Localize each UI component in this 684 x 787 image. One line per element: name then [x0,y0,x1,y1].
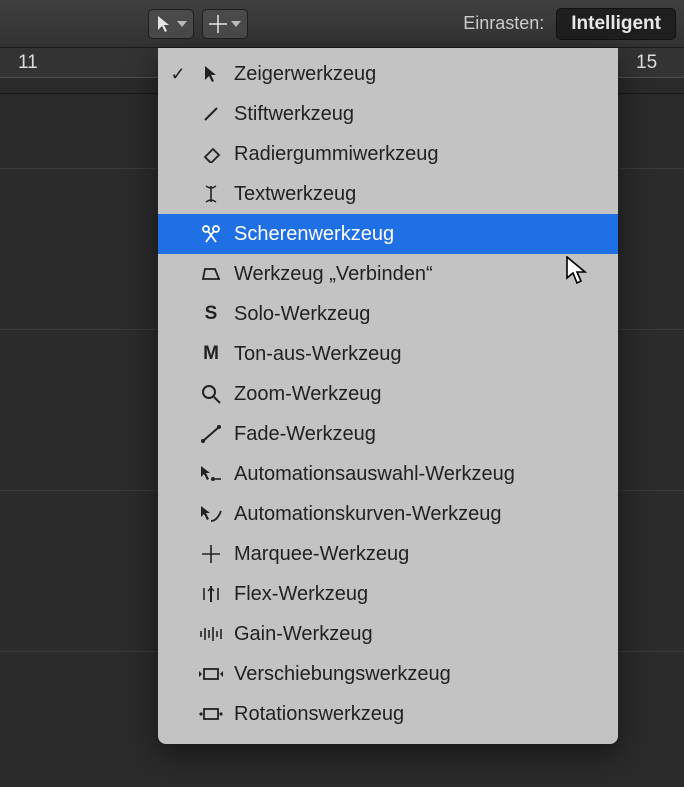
menu-item[interactable]: Marquee-Werkzeug [158,534,618,574]
menu-item[interactable]: Automationskurven-Werkzeug [158,494,618,534]
autosel-icon [198,465,224,483]
menu-item[interactable]: M Ton-aus-Werkzeug [158,334,618,374]
menu-item[interactable]: S Solo-Werkzeug [158,294,618,334]
menu-item[interactable]: Stiftwerkzeug [158,94,618,134]
eraser-icon [198,145,224,163]
menu-item-label: Werkzeug „Verbinden“ [234,263,433,286]
gain-icon [198,625,224,643]
text-icon [198,184,224,204]
menu-item-label: Rotationswerkzeug [234,703,404,726]
menu-item[interactable]: Verschiebungswerkzeug [158,654,618,694]
fade-icon [198,425,224,443]
snap-value[interactable]: Intelligent [556,8,676,40]
marquee-icon [209,15,227,33]
menu-item-label: Radiergummiwerkzeug [234,143,439,166]
menu-item-label: Scherenwerkzeug [234,223,394,246]
menu-item-label: Ton-aus-Werkzeug [234,343,401,366]
checkmark-icon: ✓ [168,64,188,85]
menu-item[interactable]: Radiergummiwerkzeug [158,134,618,174]
ruler-mark: 11 [18,52,38,74]
menu-item-label: Zoom-Werkzeug [234,383,381,406]
snap-label: Einrasten: [463,13,544,34]
menu-item-label: Flex-Werkzeug [234,583,368,606]
chevron-down-icon [177,21,187,27]
menu-item-label: Fade-Werkzeug [234,423,376,446]
shift-icon [198,666,224,682]
menu-item[interactable]: Rotationswerkzeug [158,694,618,734]
menu-item-label: Stiftwerkzeug [234,103,354,126]
menu-item-label: Automationsauswahl-Werkzeug [234,463,515,486]
pointer-icon [198,65,224,83]
menu-item[interactable]: Werkzeug „Verbinden“ [158,254,618,294]
glue-icon [198,265,224,283]
menu-item[interactable]: Flex-Werkzeug [158,574,618,614]
menu-item-label: Verschiebungswerkzeug [234,663,451,686]
S-icon: S [198,303,224,325]
pointer-icon [155,15,173,33]
flex-icon [198,585,224,603]
tool-menu[interactable]: ✓ Zeigerwerkzeug Stiftwerkzeug Radiergummiw… [158,48,618,744]
rotate-icon [198,706,224,722]
zoom-icon [198,384,224,404]
autocurve-icon [198,505,224,523]
menu-item[interactable]: Zoom-Werkzeug [158,374,618,414]
pencil-icon [198,105,224,123]
toolbar: Einrasten: Intelligent [0,0,684,48]
chevron-down-icon [231,21,241,27]
left-tool-button[interactable] [148,9,194,39]
scissors-icon [198,224,224,244]
menu-item[interactable]: Automationsauswahl-Werkzeug [158,454,618,494]
menu-item-label: Zeigerwerkzeug [234,63,376,86]
menu-item[interactable]: Gain-Werkzeug [158,614,618,654]
menu-item[interactable]: Textwerkzeug [158,174,618,214]
menu-item-label: Gain-Werkzeug [234,623,373,646]
marquee-icon [198,545,224,563]
menu-item-label: Solo-Werkzeug [234,303,370,326]
menu-item[interactable]: Scherenwerkzeug [158,214,618,254]
menu-item-label: Automationskurven-Werkzeug [234,503,502,526]
menu-item[interactable]: Fade-Werkzeug [158,414,618,454]
menu-item-label: Textwerkzeug [234,183,356,206]
menu-item[interactable]: ✓ Zeigerwerkzeug [158,54,618,94]
M-icon: M [198,343,224,365]
right-tool-button[interactable] [202,9,248,39]
menu-item-label: Marquee-Werkzeug [234,543,409,566]
ruler-mark: 15 [636,52,657,74]
